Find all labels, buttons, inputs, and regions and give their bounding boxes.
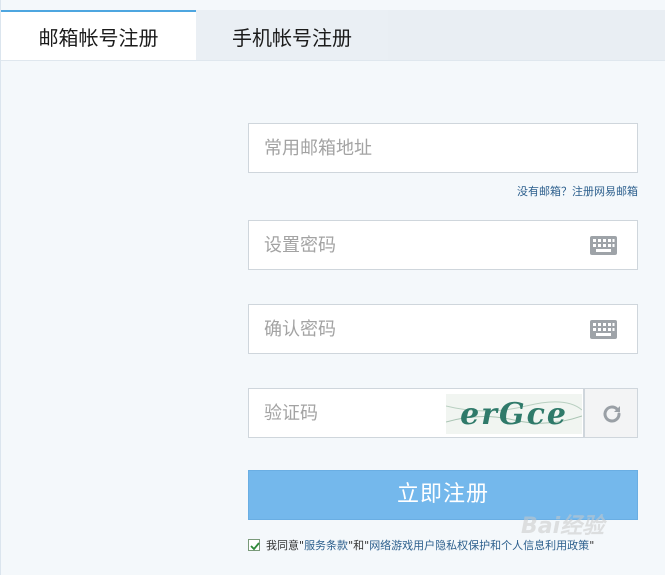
- tab-email-register[interactable]: 邮箱帐号注册: [1, 10, 196, 60]
- password-input[interactable]: [249, 221, 569, 269]
- keyboard-icon[interactable]: [590, 320, 617, 339]
- tab-bar: 邮箱帐号注册 手机帐号注册: [1, 0, 665, 60]
- terms-link[interactable]: 服务条款: [304, 539, 348, 552]
- privacy-policy-link[interactable]: 网络游戏用户隐私权保护和个人信息利用政策: [369, 539, 589, 552]
- captcha-image[interactable]: erGce: [446, 394, 582, 434]
- register-page: 邮箱帐号注册 手机帐号注册 没有邮箱？注册网易邮箱: [0, 0, 665, 575]
- no-email-register-link[interactable]: 没有邮箱？注册网易邮箱: [461, 183, 638, 199]
- agreement-prefix: 我同意": [266, 539, 305, 552]
- password-field-box: [248, 220, 638, 270]
- captcha-input[interactable]: [249, 389, 439, 437]
- agreement-suffix: ": [589, 539, 595, 552]
- confirm-password-field-box: [248, 304, 638, 354]
- tab-divider: [1, 60, 665, 61]
- captcha-text: erGce: [460, 397, 568, 432]
- keyboard-icon[interactable]: [590, 236, 617, 255]
- checkmark-icon: [250, 542, 260, 551]
- refresh-icon: [603, 405, 621, 423]
- agreement-middle: "和": [348, 539, 370, 552]
- register-submit-button[interactable]: 立即注册: [248, 470, 638, 520]
- captcha-field-box: erGce: [248, 388, 584, 438]
- agreement-checkbox[interactable]: [248, 539, 260, 551]
- tab-bar-filler: [388, 10, 665, 60]
- confirm-password-input[interactable]: [249, 305, 569, 353]
- captcha-refresh-button[interactable]: [584, 388, 638, 438]
- agreement-text: 我同意"服务条款"和"网络游戏用户隐私权保护和个人信息利用政策": [266, 539, 594, 552]
- email-field-box: [248, 123, 638, 173]
- tab-phone-register[interactable]: 手机帐号注册: [196, 10, 388, 60]
- email-input[interactable]: [249, 124, 569, 172]
